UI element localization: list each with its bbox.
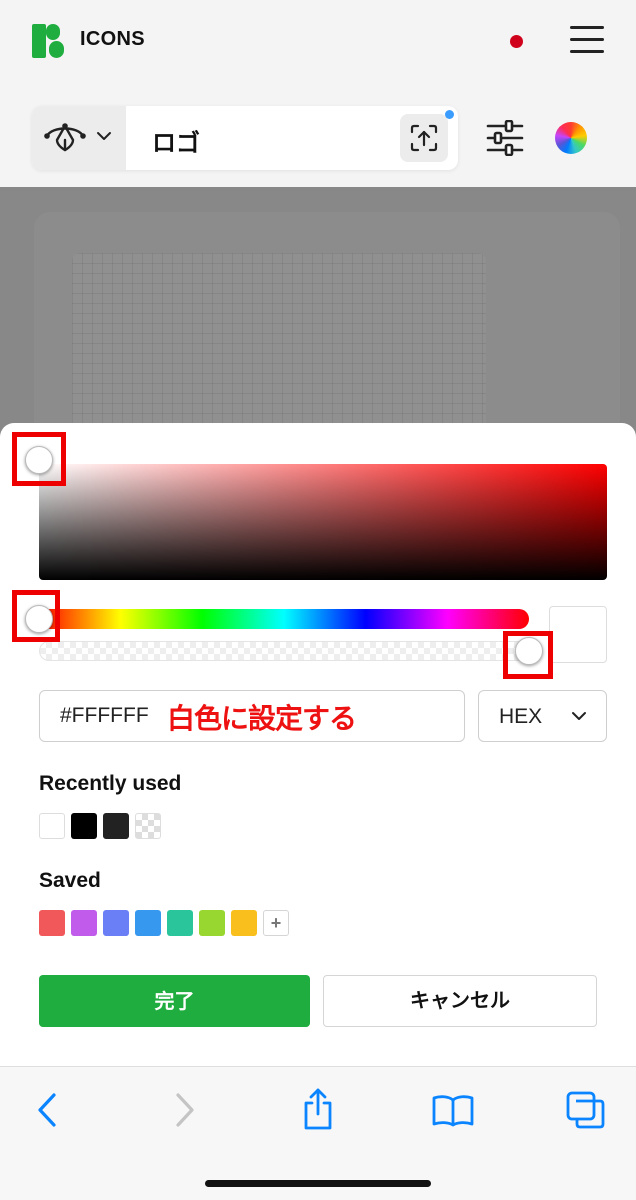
tabs-icon[interactable] <box>566 1091 606 1129</box>
hex-value[interactable]: #FFFFFF <box>60 704 149 728</box>
browser-toolbar <box>0 1066 636 1200</box>
sliders-icon[interactable] <box>486 120 524 156</box>
icons8-logo-icon[interactable] <box>32 24 66 58</box>
upload-badge-dot <box>445 110 454 119</box>
forward-icon[interactable] <box>172 1091 198 1129</box>
color-swatch[interactable] <box>231 910 257 936</box>
chevron-down-icon <box>572 712 586 720</box>
bookmarks-icon[interactable] <box>432 1093 474 1127</box>
color-swatch[interactable] <box>71 813 97 839</box>
site-header: ICONS ロゴ <box>0 0 636 187</box>
share-icon[interactable] <box>300 1087 336 1131</box>
upload-image-button[interactable] <box>400 114 448 162</box>
plus-icon: + <box>270 913 282 933</box>
color-swatch[interactable] <box>103 813 129 839</box>
done-button[interactable]: 完了 <box>39 975 310 1027</box>
color-swatch[interactable] <box>39 813 65 839</box>
recently-used-title: Recently used <box>39 772 182 795</box>
hex-color-input[interactable]: #FFFFFF 白色に設定する <box>39 690 465 742</box>
color-swatch[interactable] <box>39 910 65 936</box>
color-swatch-transparent[interactable] <box>135 813 161 839</box>
chevron-down-icon <box>97 132 111 140</box>
saved-title: Saved <box>39 869 101 892</box>
bezier-pen-icon <box>44 123 86 152</box>
color-swatch[interactable] <box>71 910 97 936</box>
color-swatch[interactable] <box>167 910 193 936</box>
color-format-value: HEX <box>499 705 543 728</box>
search-input[interactable]: ロゴ <box>152 123 200 158</box>
highlight-box <box>12 432 66 486</box>
highlight-box <box>12 590 60 642</box>
color-picker-sheet: #FFFFFF 白色に設定する HEX Recently used Saved … <box>0 423 636 1066</box>
highlight-box <box>503 631 553 679</box>
vector-mode-button[interactable] <box>32 106 126 170</box>
color-wheel-icon[interactable] <box>555 122 587 154</box>
saved-colors: + <box>39 910 289 936</box>
annotation-text: 白色に設定する <box>167 702 357 735</box>
hue-slider[interactable] <box>39 609 529 629</box>
opacity-slider[interactable] <box>39 641 529 661</box>
menu-icon[interactable] <box>570 26 604 56</box>
color-swatch[interactable] <box>135 910 161 936</box>
color-swatch[interactable] <box>103 910 129 936</box>
cancel-button[interactable]: キャンセル <box>323 975 597 1027</box>
color-format-select[interactable]: HEX <box>478 690 607 742</box>
color-swatch[interactable] <box>199 910 225 936</box>
notification-dot <box>510 35 523 48</box>
add-color-button[interactable]: + <box>263 910 289 936</box>
recent-colors <box>39 813 161 839</box>
color-preview <box>549 606 607 663</box>
upload-image-icon <box>410 124 438 152</box>
home-indicator <box>205 1180 431 1187</box>
logo-text[interactable]: ICONS <box>80 28 145 51</box>
saturation-value-field[interactable] <box>39 464 607 580</box>
search-bar[interactable]: ロゴ <box>32 106 458 170</box>
back-icon[interactable] <box>34 1091 60 1129</box>
